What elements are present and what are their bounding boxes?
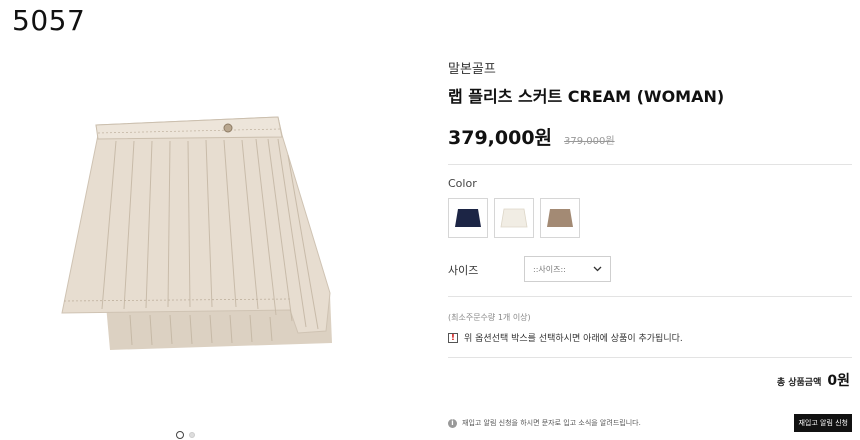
product-image [40, 95, 360, 365]
size-select-value: ::사이즈:: [533, 264, 566, 274]
min-quantity-note: (최소주문수량 1개 이상) [448, 313, 531, 322]
navy-skirt-icon [455, 209, 481, 227]
cream-skirt-icon [500, 208, 528, 228]
beige-skirt-icon [547, 209, 573, 227]
total-price-value: 0원 [827, 373, 850, 389]
exclamation-icon: ! [448, 332, 458, 343]
color-swatch-beige[interactable] [540, 198, 580, 238]
product-code-label: 5057 [12, 4, 86, 37]
product-title: 랩 플리츠 스커트 CREAM (WOMAN) [448, 87, 725, 106]
total-price-row: 총 상품금액 0원 [777, 370, 850, 390]
divider [448, 296, 852, 297]
restock-message-text: 재입고 알림 신청을 하시면 문자로 입고 소식을 알려드립니다. [462, 419, 641, 427]
restock-alert-button[interactable]: 재입고 알림 신청 [794, 414, 852, 432]
image-carousel-dots [176, 431, 195, 439]
color-label: Color [448, 177, 477, 190]
sale-price: 379,000원 [448, 127, 553, 149]
color-swatch-navy[interactable] [448, 198, 488, 238]
option-notice-text: 위 옵션선택 박스를 선택하시면 아래에 상품이 추가됩니다. [464, 334, 683, 344]
price-row: 379,000원 379,000원 [448, 123, 852, 150]
option-notice: ! 위 옵션선택 박스를 선택하시면 아래에 상품이 추가됩니다. [448, 331, 683, 344]
color-swatch-cream[interactable] [494, 198, 534, 238]
restock-message: i 재입고 알림 신청을 하시면 문자로 입고 소식을 알려드립니다. [448, 418, 641, 428]
carousel-dot-active[interactable] [176, 431, 184, 439]
brand-name[interactable]: 말본골프 [448, 58, 852, 77]
total-price-label: 총 상품금액 [776, 378, 822, 388]
carousel-dot[interactable] [189, 432, 195, 438]
divider [448, 357, 852, 358]
chevron-down-icon [593, 266, 602, 272]
size-select[interactable]: ::사이즈:: [524, 256, 611, 282]
product-info: 말본골프 랩 플리츠 스커트 CREAM (WOMAN) 379,000원 37… [448, 58, 852, 150]
restock-row: i 재입고 알림 신청을 하시면 문자로 입고 소식을 알려드립니다. 재입고 … [448, 414, 852, 432]
size-label: 사이즈 [448, 264, 479, 277]
original-price: 379,000원 [564, 136, 615, 147]
color-swatches [448, 198, 580, 238]
info-icon: i [448, 418, 457, 428]
divider [448, 164, 852, 165]
